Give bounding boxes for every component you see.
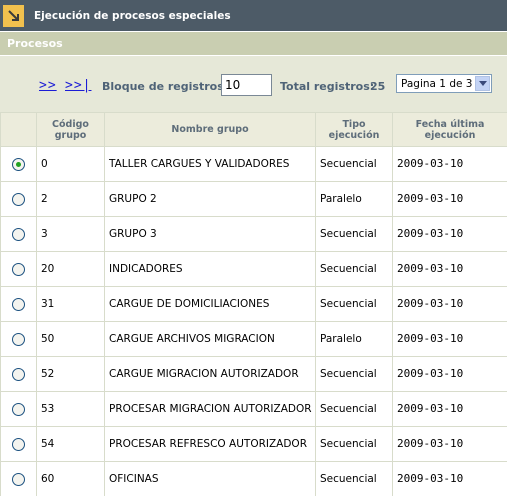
table-row[interactable]: 60 OFICINAS Secuencial 2009-03-10 bbox=[0, 461, 507, 496]
cell-tipo: Secuencial bbox=[315, 356, 393, 392]
cell-tipo: Secuencial bbox=[315, 391, 393, 427]
cell-fecha: 2009-03-10 bbox=[392, 321, 507, 357]
cell-codigo: 54 bbox=[36, 426, 105, 462]
cell-tipo: Paralelo bbox=[315, 181, 393, 217]
cell-fecha: 2009-03-10 bbox=[392, 251, 507, 287]
cell-tipo: Paralelo bbox=[315, 321, 393, 357]
cell-codigo: 3 bbox=[36, 216, 105, 252]
row-select-cell[interactable] bbox=[0, 391, 37, 427]
cell-codigo: 53 bbox=[36, 391, 105, 427]
page-select[interactable]: Pagina 1 de 3 bbox=[396, 74, 492, 93]
table-row[interactable]: 50 CARGUE ARCHIVOS MIGRACION Paralelo 2009-… bbox=[0, 321, 507, 357]
arrow-down-right-icon bbox=[3, 4, 24, 27]
cell-fecha: 2009-03-10 bbox=[392, 286, 507, 322]
header-nombre[interactable]: Nombre grupo bbox=[104, 112, 316, 147]
table-row[interactable]: 54 PROCESAR REFRESCO AUTORIZADOR Secuencia… bbox=[0, 426, 507, 462]
bloque-label: Bloque de registros: bbox=[102, 80, 229, 93]
header-fecha[interactable]: Fecha última ejecución bbox=[392, 112, 507, 147]
cell-codigo: 2 bbox=[36, 181, 105, 217]
row-radio-button[interactable] bbox=[12, 227, 25, 241]
window-titlebar: Ejecución de procesos especiales bbox=[0, 0, 507, 32]
cell-nombre: OFICINAS bbox=[104, 461, 316, 496]
table-row[interactable]: 0 TALLER CARGUES Y VALIDADORES Secuencial 2… bbox=[0, 146, 507, 182]
total-registros-label: Total registros: bbox=[280, 80, 375, 93]
header-codigo[interactable]: Código grupo bbox=[36, 112, 105, 147]
cell-nombre: PROCESAR REFRESCO AUTORIZADOR bbox=[104, 426, 316, 462]
cell-nombre: PROCESAR MIGRACION AUTORIZADOR bbox=[104, 391, 316, 427]
row-radio-button[interactable] bbox=[12, 297, 25, 311]
table-row[interactable]: 52 CARGUE MIGRACION AUTORIZADOR Secuencial… bbox=[0, 356, 507, 392]
table-row[interactable]: 20 INDICADORES Secuencial 2009-03-10 bbox=[0, 251, 507, 287]
row-radio-button[interactable] bbox=[12, 472, 25, 486]
last-page-link[interactable]: >>| bbox=[65, 78, 91, 93]
row-select-cell[interactable] bbox=[0, 216, 37, 252]
cell-fecha: 2009-03-10 bbox=[392, 356, 507, 392]
header-select bbox=[0, 112, 37, 147]
cell-nombre: GRUPO 3 bbox=[104, 216, 316, 252]
cell-codigo: 31 bbox=[36, 286, 105, 322]
cell-fecha: 2009-03-10 bbox=[392, 426, 507, 462]
section-title: Procesos bbox=[7, 37, 63, 50]
next-page-link[interactable]: >> bbox=[39, 78, 57, 93]
row-radio-button[interactable] bbox=[12, 332, 25, 346]
cell-codigo: 20 bbox=[36, 251, 105, 287]
table-row[interactable]: 3 GRUPO 3 Secuencial 2009-03-10 bbox=[0, 216, 507, 252]
cell-fecha: 2009-03-10 bbox=[392, 216, 507, 252]
cell-tipo: Secuencial bbox=[315, 146, 393, 182]
cell-tipo: Secuencial bbox=[315, 426, 393, 462]
cell-fecha: 2009-03-10 bbox=[392, 181, 507, 217]
cell-nombre: GRUPO 2 bbox=[104, 181, 316, 217]
window-title: Ejecución de procesos especiales bbox=[34, 9, 231, 22]
row-radio-button[interactable] bbox=[12, 192, 25, 206]
row-radio-button[interactable] bbox=[12, 367, 25, 381]
row-radio-button[interactable] bbox=[12, 437, 25, 451]
cell-codigo: 60 bbox=[36, 461, 105, 496]
cell-nombre: TALLER CARGUES Y VALIDADORES bbox=[104, 146, 316, 182]
processes-table: Código grupo Nombre grupo Tipo ejecución… bbox=[0, 112, 507, 496]
row-select-cell[interactable] bbox=[0, 426, 37, 462]
cell-fecha: 2009-03-10 bbox=[392, 461, 507, 496]
cell-codigo: 0 bbox=[36, 146, 105, 182]
table-header-row: Código grupo Nombre grupo Tipo ejecución… bbox=[0, 112, 507, 147]
cell-fecha: 2009-03-10 bbox=[392, 391, 507, 427]
table-row[interactable]: 53 PROCESAR MIGRACION AUTORIZADOR Secuenci… bbox=[0, 391, 507, 427]
header-tipo[interactable]: Tipo ejecución bbox=[315, 112, 393, 147]
cell-nombre: CARGUE DE DOMICILIACIONES bbox=[104, 286, 316, 322]
row-radio-button[interactable] bbox=[12, 157, 25, 171]
cell-fecha: 2009-03-10 bbox=[392, 146, 507, 182]
cell-tipo: Secuencial bbox=[315, 286, 393, 322]
row-select-cell[interactable] bbox=[0, 461, 37, 496]
cell-nombre: CARGUE ARCHIVOS MIGRACION bbox=[104, 321, 316, 357]
cell-nombre: INDICADORES bbox=[104, 251, 316, 287]
table-row[interactable]: 31 CARGUE DE DOMICILIACIONES Secuencial 200… bbox=[0, 286, 507, 322]
cell-codigo: 52 bbox=[36, 356, 105, 392]
section-header: Procesos bbox=[0, 32, 507, 56]
row-radio-button[interactable] bbox=[12, 262, 25, 276]
cell-tipo: Secuencial bbox=[315, 251, 393, 287]
row-select-cell[interactable] bbox=[0, 181, 37, 217]
cell-nombre: CARGUE MIGRACION AUTORIZADOR bbox=[104, 356, 316, 392]
page-select-value: Pagina 1 de 3 bbox=[401, 77, 473, 90]
total-registros-value: 25 bbox=[370, 80, 386, 93]
row-radio-button[interactable] bbox=[12, 402, 25, 416]
pagination-toolbar: >> >>| Bloque de registros: Total regist… bbox=[0, 56, 507, 112]
row-select-cell[interactable] bbox=[0, 251, 37, 287]
chevron-down-icon[interactable] bbox=[475, 76, 490, 91]
cell-tipo: Secuencial bbox=[315, 216, 393, 252]
row-select-cell[interactable] bbox=[0, 286, 37, 322]
bloque-registros-input[interactable] bbox=[221, 74, 272, 96]
row-select-cell[interactable] bbox=[0, 146, 37, 182]
table-row[interactable]: 2 GRUPO 2 Paralelo 2009-03-10 bbox=[0, 181, 507, 217]
cell-tipo: Secuencial bbox=[315, 461, 393, 496]
row-select-cell[interactable] bbox=[0, 356, 37, 392]
row-select-cell[interactable] bbox=[0, 321, 37, 357]
cell-codigo: 50 bbox=[36, 321, 105, 357]
